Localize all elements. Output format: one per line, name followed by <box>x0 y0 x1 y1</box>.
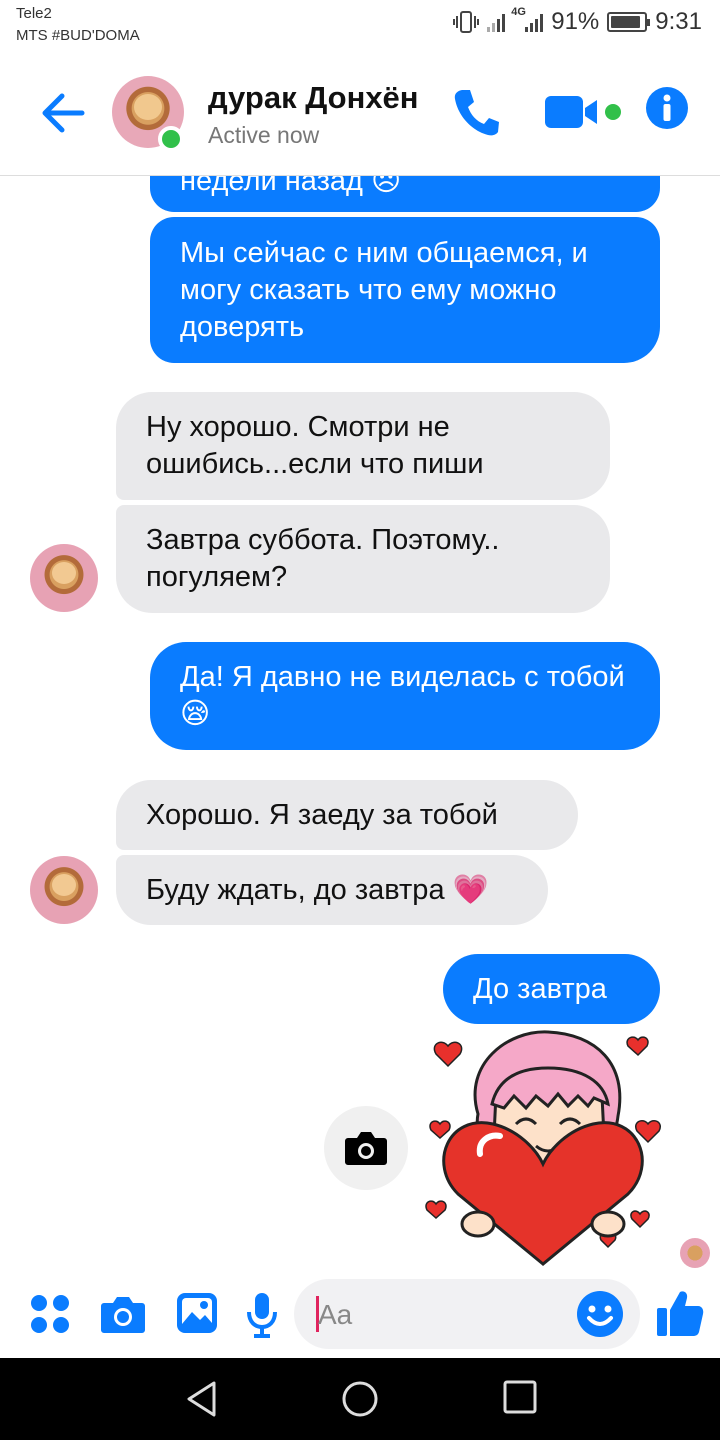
active-status: Active now <box>208 122 320 148</box>
girl-holding-heart-sticker[interactable] <box>418 1024 668 1272</box>
like-icon[interactable] <box>656 1288 704 1338</box>
back-arrow-icon[interactable] <box>38 88 88 138</box>
system-nav-bar <box>0 1358 720 1440</box>
signal-1-icon <box>487 12 506 32</box>
message-bubble[interactable]: Буду ждать, до завтра 💗 <box>116 855 548 925</box>
apps-icon[interactable] <box>30 1294 70 1334</box>
phone-icon[interactable] <box>452 86 500 138</box>
gallery-icon[interactable] <box>176 1292 218 1334</box>
carrier-2: MTS #BUD'DOMA <box>16 27 140 44</box>
info-icon[interactable] <box>645 86 689 130</box>
camera-icon[interactable] <box>100 1294 146 1334</box>
signal-2-icon <box>525 12 544 32</box>
message-bubble[interactable]: Мы сейчас с ним общаемся, и могу сказать… <box>150 217 660 363</box>
online-indicator <box>158 126 184 152</box>
message-bubble[interactable]: Да! Я давно не виделась с тобой 😪 <box>150 642 660 750</box>
message-bubble[interactable]: Завтра суббота. Поэтому.. погуляем? <box>116 505 610 613</box>
back-triangle-icon[interactable] <box>184 1380 220 1418</box>
quick-camera-button[interactable] <box>324 1106 408 1190</box>
message-bubble[interactable]: Ну хорошо. Смотри не ошибись...если что … <box>116 392 610 500</box>
carrier-1: Tele2 <box>16 5 52 22</box>
message-bubble[interactable]: До завтра <box>443 954 660 1024</box>
message-composer: Aa <box>0 1276 720 1356</box>
recents-square-icon[interactable] <box>503 1380 537 1414</box>
battery-percent: 91% <box>551 8 600 35</box>
network-type: 4G <box>511 6 526 18</box>
sender-avatar[interactable] <box>30 856 98 924</box>
home-circle-icon[interactable] <box>341 1380 379 1418</box>
battery-icon <box>607 12 651 32</box>
status-icons: 4G 91% 9:31 <box>453 6 702 36</box>
microphone-icon[interactable] <box>246 1292 278 1338</box>
video-call-icon[interactable] <box>545 86 625 136</box>
read-receipt-avatar <box>680 1238 710 1268</box>
emoji-icon[interactable] <box>576 1290 624 1338</box>
camera-icon <box>345 1132 387 1165</box>
sender-avatar[interactable] <box>30 544 98 612</box>
contact-name[interactable]: дурак Донхён <box>208 80 419 116</box>
input-placeholder: Aa <box>318 1299 353 1330</box>
conversation-header: дурак Донхён Active now <box>0 56 720 176</box>
message-bubble[interactable]: Хорошо. Я заеду за тобой <box>116 780 578 850</box>
vibrate-icon <box>453 11 480 33</box>
clock: 9:31 <box>655 8 702 35</box>
status-bar: Tele2 MTS #BUD'DOMA 4G 91% 9:31 <box>0 0 720 54</box>
